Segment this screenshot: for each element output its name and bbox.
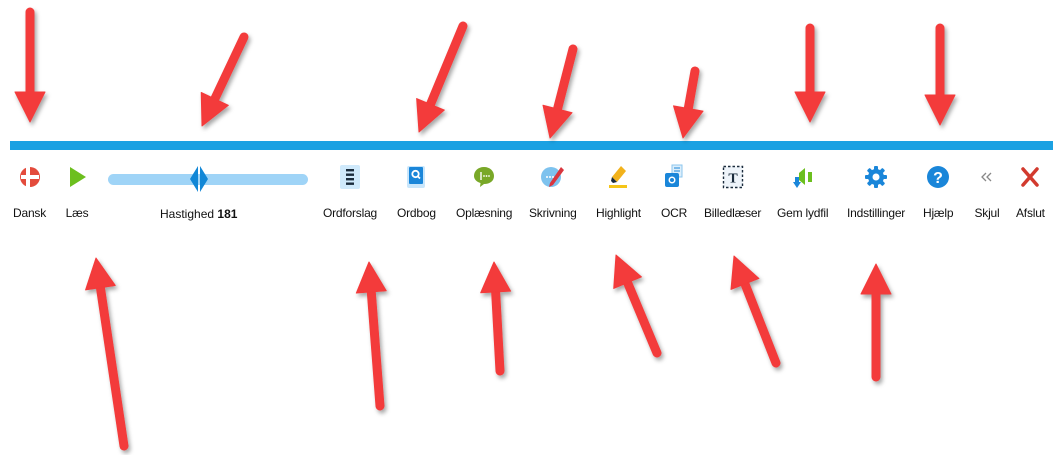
image-reader-button[interactable]: T Billedlæser: [704, 164, 761, 220]
highlight-label: Highlight: [596, 206, 641, 220]
writing-pen-icon: [540, 164, 566, 190]
arrow-read: [85, 257, 129, 451]
arrow-save-audio: [794, 23, 826, 123]
speed-label-text: Hastighed: [160, 207, 215, 221]
speed-value: 181: [217, 207, 238, 221]
arrow-settings: [860, 263, 892, 382]
help-label: Hjælp: [923, 206, 954, 220]
arrow-dictionary: [416, 21, 468, 133]
language-button[interactable]: Dansk: [13, 164, 46, 220]
arrow-reading-aloud: [480, 261, 512, 376]
help-button[interactable]: ? Hjælp: [923, 164, 954, 220]
save-audio-button[interactable]: Gem lydfil: [777, 164, 829, 220]
reading-aloud-label: Oplæsning: [456, 206, 513, 220]
speed-thumb[interactable]: [187, 165, 211, 193]
arrow-word-prediction: [355, 261, 387, 411]
arrow-language: [14, 7, 46, 123]
writing-button[interactable]: Skrivning: [529, 164, 577, 220]
settings-button[interactable]: Indstillinger: [847, 164, 905, 220]
ocr-label: OCR: [661, 206, 688, 220]
speech-bubble-icon: [471, 164, 497, 190]
svg-text:T: T: [728, 172, 738, 187]
hide-button[interactable]: Skjul: [974, 164, 1000, 220]
arrow-highlight: [613, 254, 662, 358]
speed-label: Hastighed 181: [160, 207, 237, 221]
gear-icon: [863, 164, 889, 190]
settings-label: Indstillinger: [847, 206, 906, 220]
hide-label: Skjul: [974, 206, 1000, 220]
close-label: Afslut: [1016, 206, 1045, 220]
dictionary-icon: [403, 164, 429, 190]
arrow-ocr: [673, 66, 704, 139]
dictionary-label: Ordbog: [397, 206, 436, 220]
word-prediction-icon: [337, 164, 363, 190]
arrow-help: [924, 23, 956, 126]
dictionary-button[interactable]: Ordbog: [397, 164, 436, 220]
highlighter-icon: [605, 164, 631, 190]
arrow-writing: [542, 44, 578, 139]
double-chevron-left-icon: [974, 164, 1000, 190]
reading-aloud-button[interactable]: Oplæsning: [456, 164, 512, 220]
close-button[interactable]: Afslut: [1016, 164, 1045, 220]
help-icon: ?: [925, 164, 951, 190]
highlight-button[interactable]: Highlight: [596, 164, 641, 220]
ocr-camera-icon: [661, 164, 687, 190]
close-icon: [1017, 164, 1043, 190]
save-audio-icon: [790, 164, 816, 190]
language-label: Dansk: [13, 206, 47, 220]
read-label: Læs: [65, 206, 89, 220]
image-reader-icon: T: [720, 164, 746, 190]
image-reader-label: Billedlæser: [704, 206, 762, 220]
ocr-button[interactable]: OCR: [661, 164, 687, 220]
svg-text:?: ?: [933, 170, 943, 187]
arrow-image-reader: [730, 255, 781, 368]
save-audio-label: Gem lydfil: [777, 206, 829, 220]
danish-flag-icon: [17, 164, 43, 190]
annotation-arrows: [14, 7, 956, 451]
toolbar-divider: [10, 141, 1053, 150]
writing-label: Skrivning: [529, 206, 577, 220]
play-icon: [64, 164, 90, 190]
word-prediction-button[interactable]: Ordforslag: [323, 164, 377, 220]
read-button[interactable]: Læs: [64, 164, 90, 220]
arrow-speed: [200, 32, 249, 127]
word-prediction-label: Ordforslag: [323, 206, 378, 220]
